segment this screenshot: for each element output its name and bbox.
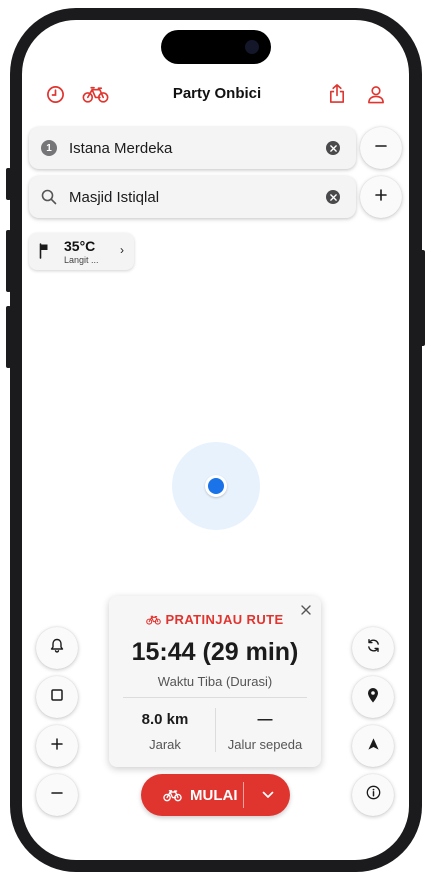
distance-stat: 8.0 km Jarak: [113, 711, 217, 752]
app-screen: Party Onbici 1 Istana Merdeka Masjid Ist…: [22, 20, 409, 860]
phone-volume-down-button: [6, 306, 11, 368]
info-button[interactable]: [352, 774, 394, 816]
bicycle-icon: [146, 613, 162, 628]
eta-value: 15:44 (29 min): [131, 638, 299, 666]
chevron-right-icon: ›: [120, 243, 124, 257]
square-icon: [51, 688, 63, 706]
waypoint-number-badge: 1: [40, 139, 58, 157]
current-location-marker: [205, 475, 227, 497]
start-main-action[interactable]: MULAI: [163, 774, 238, 816]
remove-waypoint-button[interactable]: [360, 127, 402, 169]
start-button-label: MULAI: [190, 786, 238, 804]
refresh-icon: [366, 638, 381, 658]
start-options-dropdown[interactable]: [253, 774, 283, 816]
clock-icon[interactable]: [42, 81, 68, 107]
distance-label: Jarak: [149, 737, 181, 752]
weather-temperature: 35°C: [64, 238, 96, 254]
card-divider: [123, 697, 307, 698]
page-title: Party Onbici: [172, 85, 262, 102]
route-preview-heading-text: PRATINJAU RUTE: [165, 612, 284, 627]
clear-origin-icon[interactable]: [326, 141, 340, 155]
alerts-button[interactable]: [36, 627, 78, 669]
origin-input-value[interactable]: Istana Merdeka: [69, 140, 326, 157]
route-type-stat: — Jalur sepeda: [213, 711, 317, 752]
start-button[interactable]: MULAI: [141, 774, 290, 816]
location-pin-icon: [367, 687, 379, 708]
plus-icon: [51, 737, 63, 755]
origin-input[interactable]: 1 Istana Merdeka: [29, 127, 356, 169]
drop-pin-button[interactable]: [352, 676, 394, 718]
bell-icon: [50, 638, 64, 658]
dynamic-island: [161, 30, 271, 64]
weather-condition: Langit ...: [64, 255, 99, 265]
bicycle-icon: [163, 789, 182, 802]
minus-icon: [375, 139, 387, 157]
profile-icon[interactable]: [363, 81, 389, 107]
destination-input[interactable]: Masjid Istiqlal: [29, 176, 356, 218]
route-preview-card: PRATINJAU RUTE 15:44 (29 min) Waktu Tiba…: [109, 596, 321, 767]
distance-value: 8.0 km: [141, 711, 189, 728]
plus-icon: [375, 188, 387, 206]
flag-icon: [39, 243, 49, 264]
minus-icon: [51, 786, 63, 804]
chevron-down-icon: [262, 786, 274, 804]
search-icon: [40, 188, 58, 206]
share-icon[interactable]: [324, 80, 350, 106]
weather-chip[interactable]: 35°C Langit ... ›: [29, 233, 134, 270]
add-waypoint-button[interactable]: [360, 176, 402, 218]
destination-input-value[interactable]: Masjid Istiqlal: [69, 189, 326, 206]
zoom-out-button[interactable]: [36, 774, 78, 816]
eta-label: Waktu Tiba (Durasi): [157, 674, 273, 689]
clear-destination-icon[interactable]: [326, 190, 340, 204]
map-layer-button[interactable]: [36, 676, 78, 718]
bicycle-icon[interactable]: [80, 81, 110, 107]
info-icon: [366, 785, 381, 805]
recenter-navigation-button[interactable]: [352, 725, 394, 767]
route-preview-heading: PRATINJAU RUTE: [109, 612, 321, 628]
phone-volume-up-button: [6, 230, 11, 292]
start-button-divider: [243, 782, 244, 808]
phone-power-button: [420, 250, 425, 346]
route-type-label: Jalur sepeda: [227, 737, 303, 752]
route-type-value: —: [257, 711, 273, 728]
phone-action-button: [6, 168, 11, 200]
camera-icon: [245, 40, 259, 54]
zoom-in-button[interactable]: [36, 725, 78, 767]
refresh-route-button[interactable]: [352, 627, 394, 669]
navigation-arrow-icon: [367, 737, 380, 756]
